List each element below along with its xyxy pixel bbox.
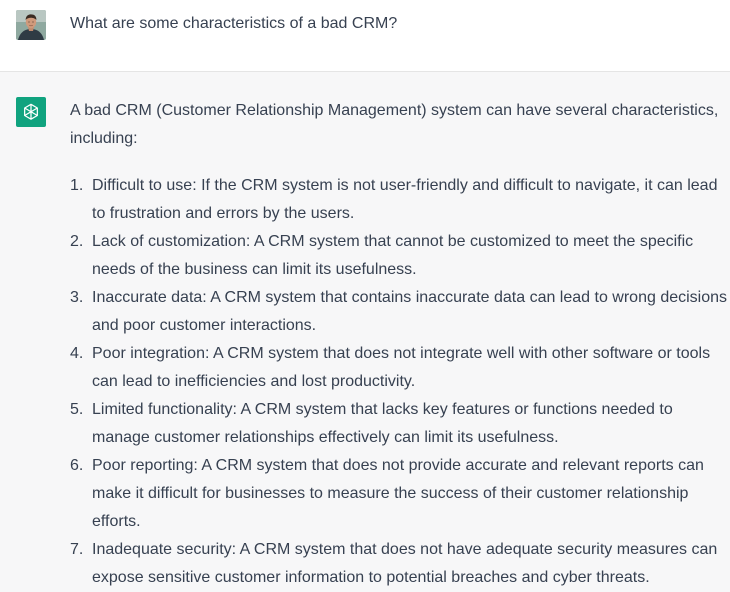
- user-message-text: What are some characteristics of a bad C…: [70, 15, 398, 32]
- list-item: 1. Difficult to use: If the CRM system i…: [70, 172, 730, 228]
- user-avatar: [16, 10, 46, 40]
- list-item-number: 5.: [70, 401, 84, 418]
- list-item-text: Lack of customization: A CRM system that…: [92, 233, 694, 278]
- user-message-row: What are some characteristics of a bad C…: [0, 0, 730, 72]
- assistant-avatar: [16, 97, 46, 127]
- assistant-message-row: A bad CRM (Customer Relationship Managem…: [0, 72, 730, 588]
- list-item-number: 4.: [70, 345, 84, 362]
- list-item-number: 6.: [70, 457, 84, 474]
- list-item-text: Poor integration: A CRM system that does…: [92, 345, 711, 390]
- list-item-text: Inadequate security: A CRM system that d…: [92, 541, 718, 586]
- list-item-number: 1.: [70, 177, 84, 194]
- list-item-text: Difficult to use: If the CRM system is n…: [92, 177, 718, 222]
- list-item: 5. Limited functionality: A CRM system t…: [70, 396, 730, 452]
- openai-logo-icon: [24, 103, 38, 120]
- list-item-number: 2.: [70, 233, 84, 250]
- list-item: 2. Lack of customization: A CRM system t…: [70, 228, 730, 284]
- characteristics-list: 1. Difficult to use: If the CRM system i…: [70, 172, 730, 592]
- list-item: 6. Poor reporting: A CRM system that doe…: [70, 452, 730, 536]
- user-photo-avatar-icon: [16, 10, 46, 40]
- list-item-number: 7.: [70, 541, 84, 558]
- list-item-text: Inaccurate data: A CRM system that conta…: [92, 289, 728, 334]
- list-item: 4. Poor integration: A CRM system that d…: [70, 340, 730, 396]
- list-item-text: Poor reporting: A CRM system that does n…: [92, 457, 704, 530]
- list-item: 7. Inadequate security: A CRM system tha…: [70, 536, 730, 592]
- list-item: 3. Inaccurate data: A CRM system that co…: [70, 284, 730, 340]
- list-item-number: 3.: [70, 289, 84, 306]
- assistant-intro-text: A bad CRM (Customer Relationship Managem…: [70, 102, 719, 147]
- list-item-text: Limited functionality: A CRM system that…: [92, 401, 673, 446]
